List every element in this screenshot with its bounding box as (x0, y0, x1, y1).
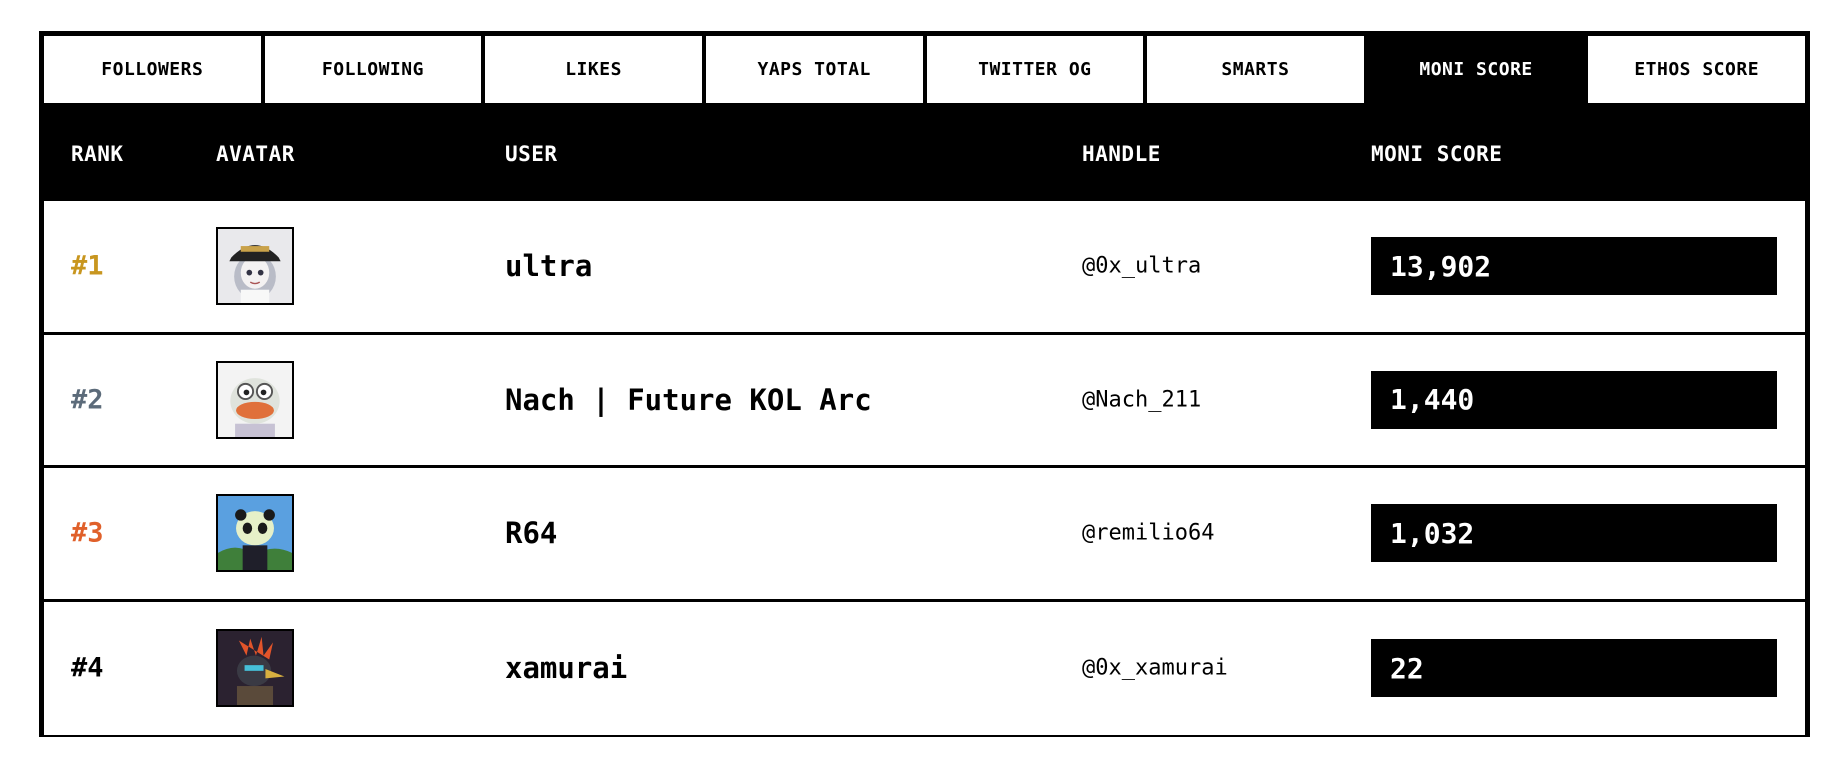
user-name[interactable]: Nach | Future KOL Arc (505, 383, 872, 417)
user-name[interactable]: ultra (505, 249, 592, 283)
header-user[interactable]: USER (505, 142, 558, 166)
rank-cell: #2 (71, 384, 104, 416)
user-handle[interactable]: @remilio64 (1082, 521, 1214, 546)
user-handle[interactable]: @0x_xamurai (1082, 656, 1228, 681)
tab-likes[interactable]: LIKES (485, 36, 702, 103)
user-handle[interactable]: @Nach_211 (1082, 387, 1201, 412)
user-name[interactable]: R64 (505, 516, 557, 550)
user-name[interactable]: xamurai (505, 651, 627, 685)
header-score[interactable]: MONI SCORE (1371, 142, 1502, 166)
tab-ethos-score[interactable]: ETHOS SCORE (1588, 36, 1805, 103)
category-tabs: FOLLOWERS FOLLOWING LIKES YAPS TOTAL TWI… (44, 36, 1805, 107)
score-value: 22 (1371, 639, 1777, 698)
avatar-panda-icon[interactable] (216, 494, 294, 573)
score-value: 1,032 (1371, 504, 1777, 563)
tab-following[interactable]: FOLLOWING (264, 36, 482, 103)
rank-cell: #4 (71, 652, 104, 684)
tab-twitter-og[interactable]: TWITTER OG (926, 36, 1144, 103)
avatar-crow-icon[interactable] (216, 629, 294, 708)
table-row[interactable]: #1 ultra @0x_ultra 13,902 (44, 201, 1805, 335)
avatar-cap-anime-icon[interactable] (216, 227, 294, 306)
header-avatar: AVATAR (216, 142, 295, 166)
avatar-pepe-icon[interactable] (216, 360, 294, 439)
rank-cell: #1 (71, 250, 104, 282)
table-row[interactable]: #2 Nach | Future KOL Arc @Nach_211 1,440 (44, 334, 1805, 468)
rank-cell: #3 (71, 517, 104, 549)
table-body: #1 ultra @0x_ultra 13,902 #2 Nach | Futu… (44, 201, 1805, 735)
tab-moni-score[interactable]: MONI SCORE (1367, 36, 1585, 103)
table-row[interactable]: #4 xamurai @0x_xamurai 22 (44, 601, 1805, 735)
tab-followers[interactable]: FOLLOWERS (44, 36, 261, 103)
header-rank[interactable]: RANK (71, 142, 124, 166)
tab-yaps-total[interactable]: YAPS TOTAL (705, 36, 923, 103)
leaderboard-panel: FOLLOWERS FOLLOWING LIKES YAPS TOTAL TWI… (39, 31, 1810, 737)
header-handle[interactable]: HANDLE (1082, 142, 1161, 166)
table-header: RANK AVATAR USER HANDLE MONI SCORE (44, 107, 1805, 201)
score-value: 1,440 (1371, 370, 1777, 429)
user-handle[interactable]: @0x_ultra (1082, 254, 1201, 279)
score-value: 13,902 (1371, 237, 1777, 296)
table-row[interactable]: #3 R64 @remilio64 1,032 (44, 468, 1805, 602)
tab-smarts[interactable]: SMARTS (1147, 36, 1364, 103)
